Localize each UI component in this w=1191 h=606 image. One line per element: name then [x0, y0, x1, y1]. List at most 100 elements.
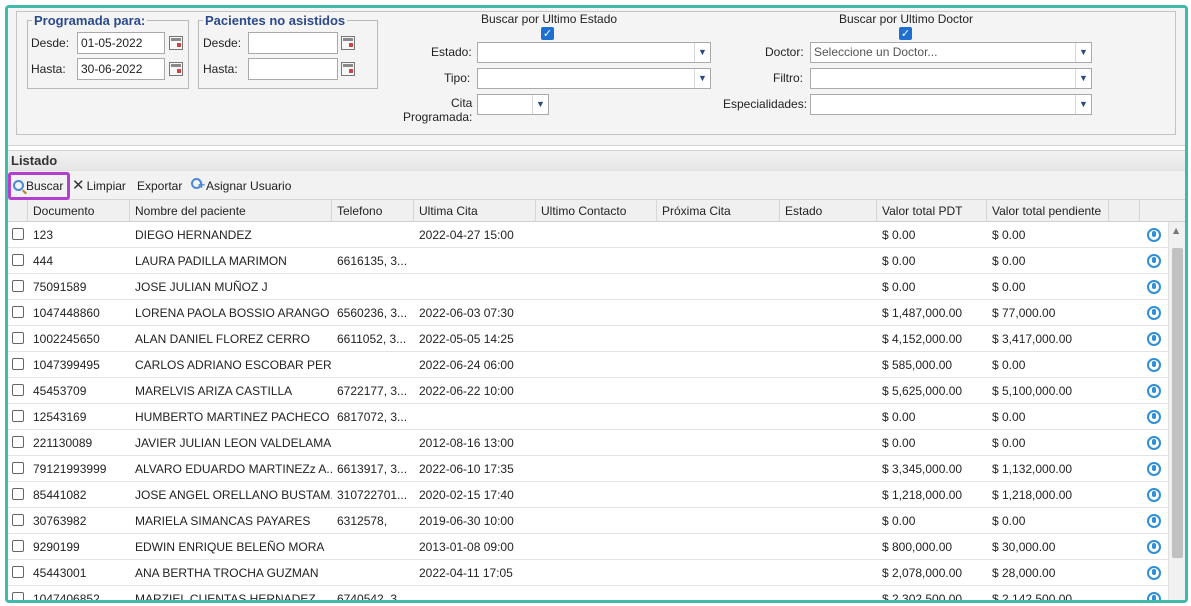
- row-checkbox[interactable]: [12, 436, 24, 448]
- table-row[interactable]: 123 DIEGO HERNANDEZ 2022-04-27 15:00 $ 0.00…: [8, 222, 1168, 248]
- user-circle-icon[interactable]: [1147, 384, 1161, 398]
- column-header[interactable]: Documento: [28, 200, 130, 222]
- no-asistidos-desde-input[interactable]: [248, 32, 338, 54]
- table-cell: [780, 222, 877, 248]
- table-row[interactable]: 79121993999 ALVARO EDUARDO MARTINEZz A...…: [8, 456, 1168, 482]
- user-circle-icon[interactable]: [1147, 254, 1161, 268]
- programada-desde-input[interactable]: 01-05-2022: [77, 32, 165, 54]
- table-cell: [657, 586, 780, 600]
- table-cell: 2019-06-30 10:00: [419, 514, 514, 528]
- table-row[interactable]: 1047406852 MARZIEL CUENTAS HERNADEZ 674054…: [8, 586, 1168, 603]
- table-row[interactable]: 45443001 ANA BERTHA TROCHA GUZMAN 2022-04-…: [8, 560, 1168, 586]
- user-circle-icon[interactable]: [1147, 358, 1161, 372]
- table-cell: $ 2,078,000.00: [882, 566, 963, 580]
- ultimo-estado-checkbox[interactable]: ✓: [541, 27, 554, 40]
- user-circle-icon[interactable]: [1147, 228, 1161, 242]
- table-cell: [536, 404, 657, 430]
- buscar-button[interactable]: Buscar: [8, 172, 70, 200]
- table-row[interactable]: 12543169 HUMBERTO MARTINEZ PACHECO 6817072…: [8, 404, 1168, 430]
- user-circle-icon[interactable]: [1147, 280, 1161, 294]
- user-circle-icon[interactable]: [1147, 332, 1161, 346]
- exportar-button[interactable]: Exportar: [137, 175, 182, 197]
- vertical-scrollbar[interactable]: ▲: [1168, 222, 1185, 600]
- estado-select[interactable]: ▼: [477, 42, 711, 63]
- table-cell: HUMBERTO MARTINEZ PACHECO: [135, 410, 330, 424]
- table-cell: [332, 274, 414, 300]
- especialidades-select[interactable]: ▼: [810, 94, 1092, 115]
- table-cell: 2022-06-10 17:35: [419, 462, 514, 476]
- table-cell: [780, 508, 877, 534]
- row-checkbox[interactable]: [12, 306, 24, 318]
- row-checkbox[interactable]: [12, 384, 24, 396]
- chevron-down-icon: ▼: [694, 69, 710, 88]
- no-asistidos-hasta-input[interactable]: [248, 58, 338, 80]
- user-circle-icon[interactable]: [1147, 592, 1161, 600]
- header-select-cell: [8, 200, 28, 222]
- table-row[interactable]: 1047399495 CARLOS ADRIANO ESCOBAR PEREZ 20…: [8, 352, 1168, 378]
- scrollbar-thumb[interactable]: [1172, 248, 1183, 558]
- programada-hasta-input[interactable]: 30-06-2022: [77, 58, 165, 80]
- table-row[interactable]: 444 LAURA PADILLA MARIMON 6616135, 3... $ 0…: [8, 248, 1168, 274]
- user-circle-icon[interactable]: [1147, 462, 1161, 476]
- column-header[interactable]: Nombre del paciente: [130, 200, 332, 222]
- row-checkbox[interactable]: [12, 358, 24, 370]
- row-checkbox[interactable]: [12, 540, 24, 552]
- table-row[interactable]: 1002245650 ALAN DANIEL FLOREZ CERRO 661105…: [8, 326, 1168, 352]
- calendar-icon[interactable]: [341, 62, 355, 76]
- table-row[interactable]: 221130089 JAVIER JULIAN LEON VALDELAMAR 20…: [8, 430, 1168, 456]
- programada-desde-label: Desde:: [31, 36, 70, 50]
- limpiar-button[interactable]: ✕ Limpiar: [72, 175, 126, 197]
- column-header[interactable]: Estado: [780, 200, 877, 222]
- row-checkbox[interactable]: [12, 332, 24, 344]
- column-header[interactable]: Telefono: [332, 200, 414, 222]
- column-header[interactable]: Próxima Cita: [657, 200, 780, 222]
- table-cell: $ 77,000.00: [992, 306, 1056, 320]
- table-row[interactable]: 1047448860 LORENA PAOLA BOSSIO ARANGO 6560…: [8, 300, 1168, 326]
- table-cell: [332, 534, 414, 560]
- cita-programada-select[interactable]: ▼: [477, 94, 549, 115]
- table-cell: 2022-06-24 06:00: [419, 358, 514, 372]
- row-checkbox[interactable]: [12, 410, 24, 422]
- table-row[interactable]: 45453709 MARELVIS ARIZA CASTILLA 6722177, …: [8, 378, 1168, 404]
- table-row[interactable]: 9290199 EDWIN ENRIQUE BELEÑO MORA 2013-01-…: [8, 534, 1168, 560]
- calendar-icon[interactable]: [341, 36, 355, 50]
- table-cell: 310722701...: [337, 488, 408, 502]
- scroll-up-icon[interactable]: ▲: [1173, 226, 1179, 235]
- tipo-select[interactable]: ▼: [477, 68, 711, 89]
- column-header[interactable]: Ultimo Contacto: [536, 200, 657, 222]
- row-checkbox[interactable]: [12, 254, 24, 266]
- row-checkbox[interactable]: [12, 462, 24, 474]
- user-circle-icon[interactable]: [1147, 410, 1161, 424]
- table-row[interactable]: 85441082 JOSE ANGEL ORELLANO BUSTAM... 310…: [8, 482, 1168, 508]
- table-cell: $ 5,625,000.00: [882, 384, 963, 398]
- row-checkbox[interactable]: [12, 592, 24, 600]
- table-row[interactable]: 75091589 JOSE JULIAN MUÑOZ J $ 0.00 $ 0.00: [8, 274, 1168, 300]
- row-checkbox[interactable]: [12, 488, 24, 500]
- user-circle-icon[interactable]: [1147, 306, 1161, 320]
- row-checkbox[interactable]: [12, 228, 24, 240]
- user-circle-icon[interactable]: [1147, 436, 1161, 450]
- column-header[interactable]: Ultima Cita: [414, 200, 536, 222]
- calendar-icon[interactable]: [169, 62, 183, 76]
- row-checkbox[interactable]: [12, 514, 24, 526]
- table-cell: 6740542, 3...: [337, 592, 408, 603]
- doctor-select[interactable]: Seleccione un Doctor... ▼: [810, 42, 1092, 63]
- asignar-usuario-button[interactable]: Asignar Usuario: [188, 174, 291, 197]
- user-circle-icon[interactable]: [1147, 540, 1161, 554]
- column-header[interactable]: Valor total pendiente: [987, 200, 1109, 222]
- column-header[interactable]: Valor total PDT: [877, 200, 987, 222]
- row-checkbox[interactable]: [12, 280, 24, 292]
- row-checkbox[interactable]: [12, 566, 24, 578]
- table-cell: $ 0.00: [992, 280, 1026, 294]
- table-row[interactable]: 30763982 MARIELA SIMANCAS PAYARES 6312578,…: [8, 508, 1168, 534]
- filtro-select[interactable]: ▼: [810, 68, 1092, 89]
- calendar-icon[interactable]: [169, 36, 183, 50]
- listado-title: Listado: [8, 150, 1185, 170]
- ultimo-doctor-checkbox[interactable]: ✓: [899, 27, 912, 40]
- user-circle-icon[interactable]: [1147, 514, 1161, 528]
- table-cell: $ 0.00: [882, 254, 916, 268]
- user-circle-icon[interactable]: [1147, 566, 1161, 580]
- user-circle-icon[interactable]: [1147, 488, 1161, 502]
- table-cell: JOSE ANGEL ORELLANO BUSTAM...: [135, 488, 332, 502]
- table-cell: [414, 404, 536, 430]
